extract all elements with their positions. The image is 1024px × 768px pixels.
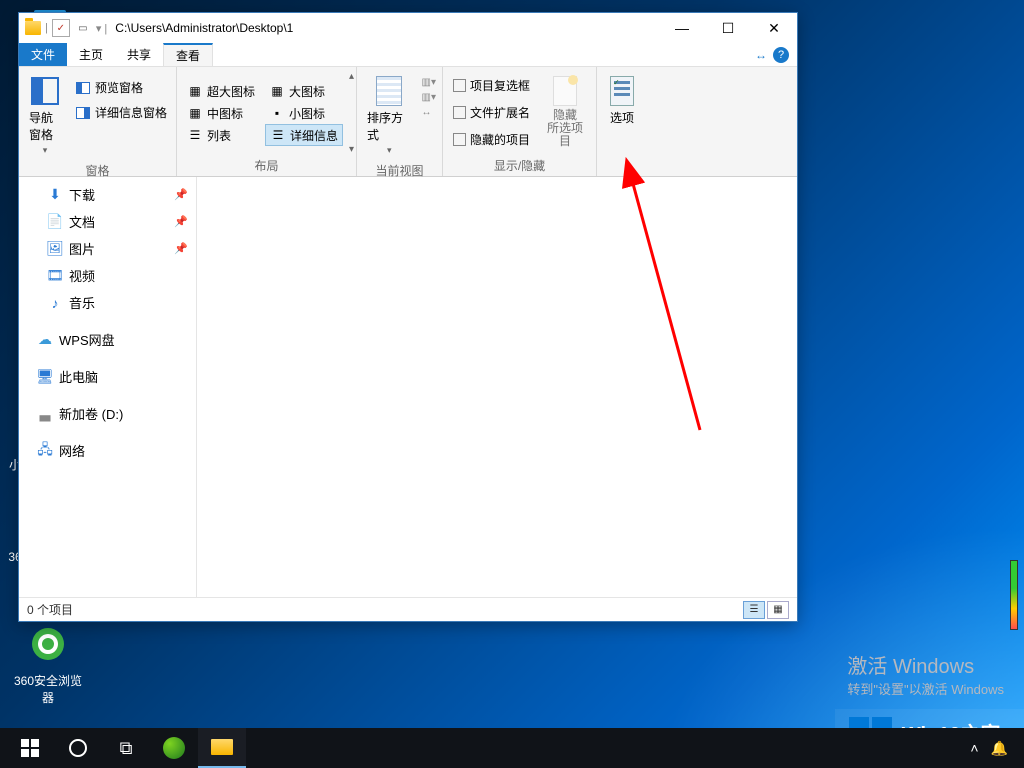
tab-file[interactable]: 文件: [19, 43, 67, 66]
checkbox-icon: [453, 79, 466, 92]
desktop-icon-360browser[interactable]: 360安全浏览 器: [10, 620, 86, 706]
cloud-icon: ☁: [37, 332, 53, 348]
pin-icon: 📌: [174, 242, 188, 255]
navigation-pane-button[interactable]: 导航窗格 ▾: [25, 71, 65, 160]
nav-wps[interactable]: ☁WPS网盘: [19, 326, 196, 353]
window-title-path: C:\Users\Administrator\Desktop\1: [115, 21, 293, 35]
details-pane-button[interactable]: 详细信息窗格: [71, 102, 171, 123]
layout-medium-button[interactable]: ▦中图标: [183, 102, 259, 124]
nav-network[interactable]: 🖧网络: [19, 437, 196, 464]
pictures-icon: 🖼: [47, 241, 63, 257]
taskbar-edge[interactable]: [150, 728, 198, 768]
maximize-button[interactable]: ☐: [705, 13, 751, 43]
folder-icon: [211, 739, 233, 755]
hide-selected-icon: [549, 75, 581, 107]
large-icons-icon: ▦: [269, 83, 285, 99]
nav-pictures[interactable]: 🖼图片📌: [19, 235, 196, 262]
folder-icon: [25, 21, 41, 35]
tab-view[interactable]: 查看: [163, 43, 213, 66]
nav-music[interactable]: ♪音乐: [19, 289, 196, 316]
minimize-button[interactable]: —: [659, 13, 705, 43]
tray-chevron-icon[interactable]: ˄: [970, 740, 978, 756]
file-extensions-toggle[interactable]: 文件扩展名: [449, 102, 534, 123]
system-tray[interactable]: ˄ 🔔: [970, 740, 1018, 757]
explorer-content: ⬇下载📌 📄文档📌 🖼图片📌 🎞视频 ♪音乐 ☁WPS网盘 🖥此电脑 ▃新加卷 …: [19, 177, 797, 597]
nav-this-pc[interactable]: 🖥此电脑: [19, 363, 196, 390]
nav-documents[interactable]: 📄文档📌: [19, 208, 196, 235]
music-icon: ♪: [47, 295, 63, 311]
tab-home[interactable]: 主页: [67, 43, 115, 66]
task-view-icon: ⧉: [120, 738, 133, 759]
list-icon: ☰: [187, 127, 203, 143]
view-thumbnails-toggle[interactable]: ▦: [767, 601, 789, 619]
item-checkboxes-toggle[interactable]: 项目复选框: [449, 75, 534, 96]
size-columns-icon[interactable]: ↔: [422, 107, 436, 118]
circle-icon: [69, 739, 87, 757]
sort-icon: [373, 75, 405, 107]
hidden-items-toggle[interactable]: 隐藏的项目: [449, 129, 534, 150]
layout-small-button[interactable]: ▪小图标: [265, 102, 343, 124]
task-view-button[interactable]: ⧉: [102, 728, 150, 768]
details-icon: ☰: [270, 127, 286, 143]
edge-icon: [163, 737, 185, 759]
preview-pane-button[interactable]: 预览窗格: [71, 77, 171, 98]
item-count: 0 个项目: [27, 601, 73, 618]
nav-new-volume[interactable]: ▃新加卷 (D:): [19, 400, 196, 427]
tray-notifications-icon[interactable]: 🔔: [991, 740, 1008, 757]
drive-icon: ▃: [37, 406, 53, 422]
pin-icon: 📌: [174, 215, 188, 228]
view-details-toggle[interactable]: ☰: [743, 601, 765, 619]
options-icon: [606, 75, 638, 107]
add-columns-icon[interactable]: ▥▾: [422, 92, 436, 103]
layout-details-button[interactable]: ☰详细信息: [265, 124, 343, 146]
preview-pane-icon: [75, 80, 91, 96]
navigation-pane[interactable]: ⬇下载📌 📄文档📌 🖼图片📌 🎞视频 ♪音乐 ☁WPS网盘 🖥此电脑 ▃新加卷 …: [19, 177, 197, 597]
help-icon[interactable]: ?: [773, 47, 789, 63]
file-list-area[interactable]: [197, 177, 797, 597]
ribbon-minimize-icon[interactable]: ↔: [755, 48, 767, 62]
documents-icon: 📄: [47, 214, 63, 230]
close-button[interactable]: ✕: [751, 13, 797, 43]
extra-large-icons-icon: ▦: [187, 83, 203, 99]
nav-downloads[interactable]: ⬇下载📌: [19, 181, 196, 208]
checkbox-icon: [453, 133, 466, 146]
titlebar[interactable]: | ✓ ▭ ▾ | C:\Users\Administrator\Desktop…: [19, 13, 797, 43]
taskbar[interactable]: ⧉ ˄ 🔔: [0, 728, 1024, 768]
videos-icon: 🎞: [47, 268, 63, 284]
downloads-icon: ⬇: [47, 187, 63, 203]
small-icons-icon: ▪: [269, 105, 285, 121]
windows-activation-notice: 激活 Windows 转到"设置"以激活 Windows: [847, 650, 1004, 698]
options-button[interactable]: 选项: [602, 71, 642, 130]
ribbon-tabs: 文件 主页 共享 查看 ↔ ?: [19, 43, 797, 67]
browser360-icon: [24, 620, 72, 668]
medium-icons-icon: ▦: [187, 105, 203, 121]
navigation-pane-icon: [29, 75, 61, 107]
file-explorer-window: | ✓ ▭ ▾ | C:\Users\Administrator\Desktop…: [18, 12, 798, 622]
details-pane-icon: [75, 105, 91, 121]
qat-properties-button[interactable]: ✓: [52, 19, 70, 37]
network-icon: 🖧: [37, 443, 53, 459]
sort-by-button[interactable]: 排序方式 ▾: [363, 71, 416, 160]
layout-scroll[interactable]: ▴▾: [349, 71, 354, 155]
layout-list-button[interactable]: ☰列表: [183, 124, 259, 146]
qat-new-folder-button[interactable]: ▭: [74, 19, 92, 37]
start-button[interactable]: [6, 728, 54, 768]
status-bar: 0 个项目 ☰ ▦: [19, 597, 797, 621]
checkbox-icon: [453, 106, 466, 119]
ribbon-view: 导航窗格 ▾ 预览窗格 详细信息窗格 窗格 ▦超大图标 ▦大图标 ▦中图标 ▪小…: [19, 67, 797, 177]
windows-start-icon: [21, 739, 39, 757]
tab-share[interactable]: 共享: [115, 43, 163, 66]
pin-icon: 📌: [174, 188, 188, 201]
layout-large-button[interactable]: ▦大图标: [265, 80, 343, 102]
nav-videos[interactable]: 🎞视频: [19, 262, 196, 289]
computer-icon: 🖥: [37, 369, 53, 385]
taskbar-explorer[interactable]: [198, 728, 246, 768]
group-by-icon[interactable]: ▥▾: [422, 77, 436, 88]
cortana-button[interactable]: [54, 728, 102, 768]
system-gauge: [1010, 560, 1018, 630]
hide-selected-button[interactable]: 隐藏 所选项目: [540, 71, 590, 153]
layout-extra-large-button[interactable]: ▦超大图标: [183, 80, 259, 102]
